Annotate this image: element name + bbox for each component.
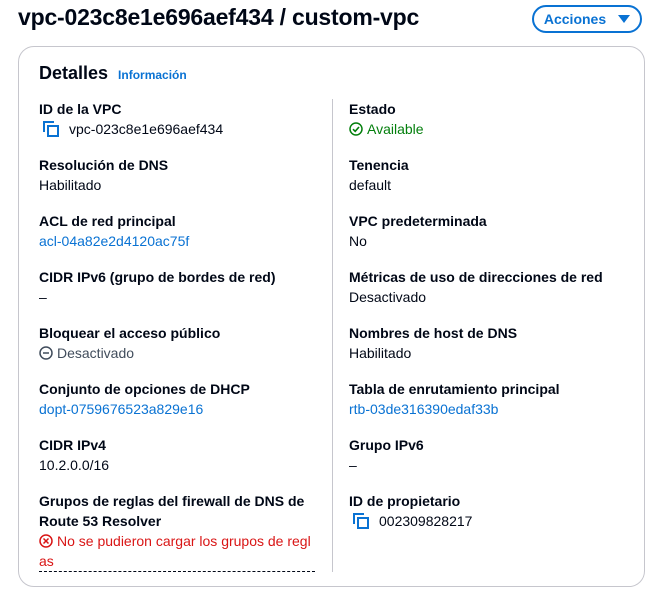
ipv6-cidr-border-label: CIDR IPv6 (grupo de bordes de red): [39, 269, 276, 285]
dns-firewall-error-line1: No se pudieron cargar los grupos de regl: [57, 533, 311, 549]
main-route-table-link[interactable]: rtb-03de316390edaf33b: [349, 401, 498, 417]
field-ipv4-cidr: CIDR IPv4 10.2.0.0/16: [39, 435, 109, 475]
block-public-access-label: Bloquear el acceso público: [39, 325, 221, 341]
page-title: vpc-023c8e1e696aef434 / custom-vpc: [18, 4, 420, 30]
ipv4-cidr-value: 10.2.0.0/16: [39, 457, 110, 473]
field-ipv6-pool: Grupo IPv6 –: [349, 435, 424, 475]
dns-resolution-value: Habilitado: [39, 177, 102, 193]
error-x-circle-icon: [39, 534, 53, 548]
main-acl-link[interactable]: acl-04a82e2d4120ac75f: [39, 233, 189, 249]
dhcp-options-label: Conjunto de opciones de DHCP: [39, 381, 250, 397]
field-ip-usage-metrics: Métricas de uso de direcciones de red De…: [349, 267, 603, 307]
dns-resolution-label: Resolución de DNS: [39, 157, 169, 173]
ip-usage-metrics-value: Desactivado: [349, 289, 427, 305]
vpc-id-label: ID de la VPC: [39, 101, 122, 117]
field-dhcp-options: Conjunto de opciones de DHCP dopt-075967…: [39, 379, 250, 419]
minus-circle-icon: [39, 346, 53, 360]
field-default-vpc: VPC predeterminada No: [349, 211, 487, 251]
default-vpc-label: VPC predeterminada: [349, 213, 487, 229]
info-link[interactable]: Información: [118, 68, 187, 82]
ipv6-pool-label: Grupo IPv6: [349, 437, 424, 453]
check-circle-icon: [349, 122, 363, 136]
actions-dropdown-button[interactable]: Acciones: [532, 5, 642, 33]
dhcp-options-link[interactable]: dopt-0759676523a829e16: [39, 401, 203, 417]
ipv6-pool-value: –: [349, 457, 357, 473]
state-label: Estado: [349, 101, 396, 117]
field-dns-resolution: Resolución de DNS Habilitado: [39, 155, 168, 195]
field-tenancy: Tenencia default: [349, 155, 409, 195]
column-divider: [332, 99, 333, 572]
dns-firewall-label-line1: Grupos de reglas del firewall de DNS de: [39, 493, 305, 509]
field-block-public-access: Bloquear el acceso público Desactivado: [39, 323, 220, 363]
copy-icon[interactable]: [43, 121, 59, 137]
field-dns-firewall: Grupos de reglas del firewall de DNS de …: [39, 491, 324, 572]
field-dns-hostnames: Nombres de host de DNS Habilitado: [349, 323, 517, 363]
default-vpc-value: No: [349, 233, 367, 249]
vpc-id-value: vpc-023c8e1e696aef434: [69, 121, 224, 137]
dns-firewall-error-line2: as: [39, 553, 54, 569]
actions-label: Acciones: [543, 11, 607, 27]
ip-usage-metrics-label: Métricas de uso de direcciones de red: [349, 269, 603, 285]
owner-id-label: ID de propietario: [349, 493, 461, 509]
caret-down-icon: [618, 15, 631, 23]
tenancy-label: Tenencia: [349, 157, 409, 173]
main-acl-label: ACL de red principal: [39, 213, 176, 229]
details-panel: Detalles Información ID de la VPC vpc-02…: [18, 46, 645, 587]
field-main-acl: ACL de red principal acl-04a82e2d4120ac7…: [39, 211, 189, 251]
ipv4-cidr-label: CIDR IPv4: [39, 437, 106, 453]
field-vpc-id: ID de la VPC vpc-023c8e1e696aef434: [39, 99, 223, 139]
field-ipv6-cidr-border: CIDR IPv6 (grupo de bordes de red) –: [39, 267, 275, 307]
dns-hostnames-label: Nombres de host de DNS: [349, 325, 518, 341]
panel-header: Detalles Información: [39, 63, 187, 84]
block-public-access-value: Desactivado: [57, 345, 135, 361]
field-main-route-table: Tabla de enrutamiento principal rtb-03de…: [349, 379, 560, 419]
main-route-table-label: Tabla de enrutamiento principal: [349, 381, 560, 397]
state-value: Available: [367, 121, 424, 137]
dns-hostnames-value: Habilitado: [349, 345, 412, 361]
field-owner-id: ID de propietario 002309828217: [349, 491, 472, 531]
ipv6-cidr-border-value: –: [39, 289, 47, 305]
field-state: Estado Available: [349, 99, 424, 139]
owner-id-value: 002309828217: [379, 513, 473, 529]
copy-icon[interactable]: [353, 513, 369, 529]
dns-firewall-label-line2: Route 53 Resolver: [39, 513, 162, 529]
panel-title: Detalles: [39, 63, 109, 83]
tenancy-value: default: [349, 177, 392, 193]
